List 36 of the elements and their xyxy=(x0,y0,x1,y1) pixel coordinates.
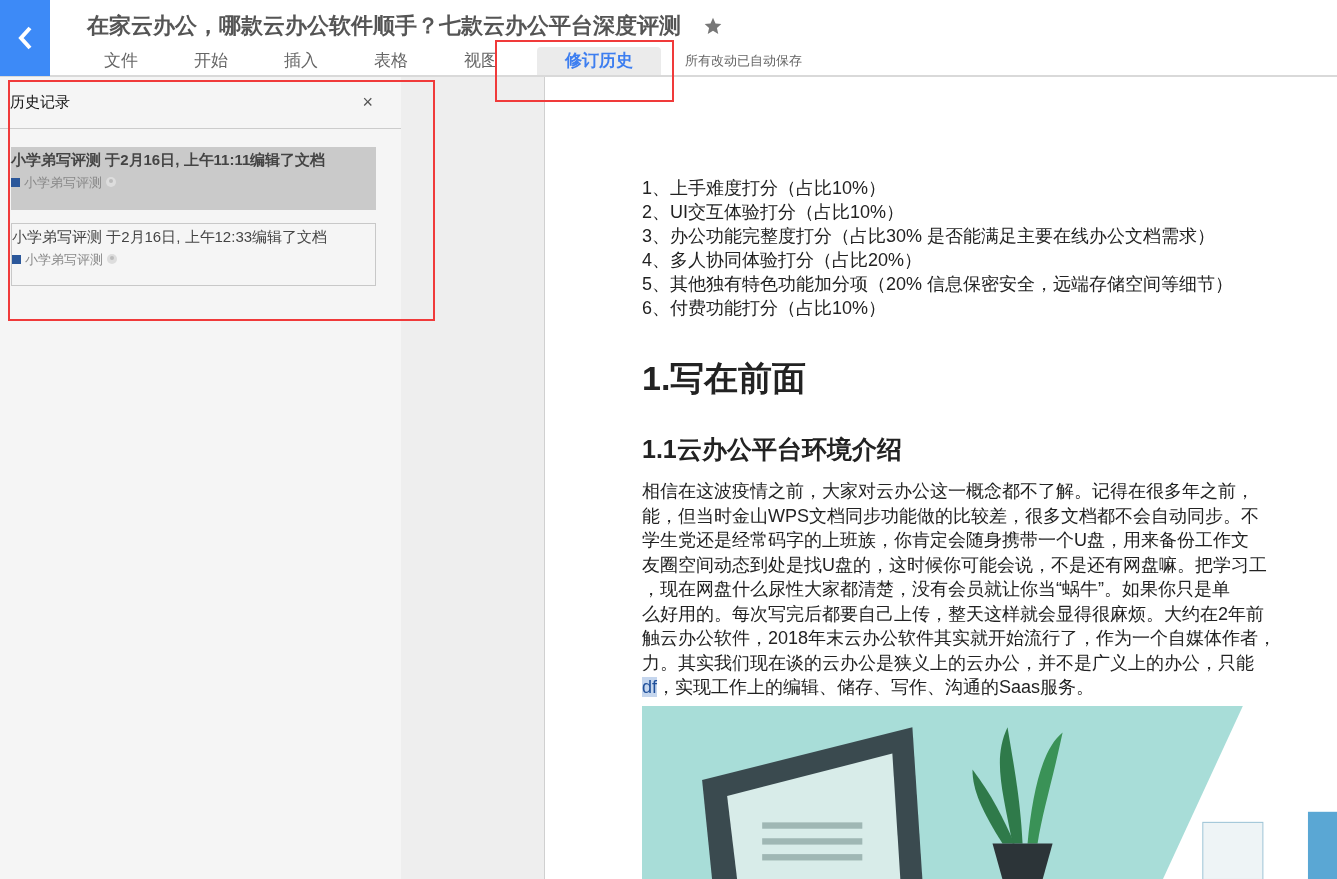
heading: 1.写在前面 xyxy=(642,358,808,398)
document-title: 在家云办公，哪款云办公软件顺手？七款云办公平台深度评测 xyxy=(87,12,681,40)
criteria-item: 3、办公功能完整度打分（占比30% 是否能满足主要在线办公文档需求） xyxy=(642,225,1217,248)
history-entry[interactable]: 小学弟写评测 于2月16日, 上午11:11编辑了文档 小学弟写评测 xyxy=(11,147,376,210)
paragraph-line: ，现在网盘什么尿性大家都清楚，没有会员就让你当“蜗牛”。如果你只是单 xyxy=(642,578,1231,601)
criteria-item: 4、多人协同体验打分（占比20%） xyxy=(642,249,924,272)
history-entry[interactable]: 小学弟写评测 于2月16日, 上午12:33编辑了文档 小学弟写评测 xyxy=(11,223,376,286)
author-name: 小学弟写评测 xyxy=(24,173,102,192)
back-button[interactable] xyxy=(0,0,50,76)
close-button[interactable]: × xyxy=(362,89,373,116)
avatar-icon xyxy=(106,177,116,188)
paragraph-line: df，实现工作上的编辑、储存、写作、沟通的Saas服务。 xyxy=(642,676,1096,699)
paragraph-line: 能，但当时金山WPS文档同步功能做的比较差，很多文档都不会自动同步。不 xyxy=(642,504,1260,528)
menu-tab[interactable]: 开始 xyxy=(177,47,267,75)
avatar-icon xyxy=(107,254,117,265)
criteria-item: 2、UI交互体验打分（占比10%） xyxy=(642,201,906,224)
criteria-item: 1、上手难度打分（占比10%） xyxy=(642,177,888,200)
paragraph-line: 友圈空间动态到处是找U盘的，这时候你可能会说，不是还有网盘嘛。把学习工 xyxy=(642,553,1268,577)
save-status: 所有改动已自动保存 xyxy=(685,51,802,70)
author-name: 小学弟写评测 xyxy=(25,250,103,269)
menu-tab[interactable]: 修订历史 xyxy=(537,47,661,75)
entry-summary: 小学弟写评测 于2月16日, 上午11:11编辑了文档 xyxy=(11,150,327,170)
menu-tab[interactable]: 表格 xyxy=(357,47,447,75)
menu-tab[interactable]: 插入 xyxy=(267,47,357,75)
paragraph-line: 么好用的。每次写完后都要自己上传，整天这样就会显得很麻烦。大约在2年前 xyxy=(642,602,1265,626)
paragraph-line: 力。其实我们现在谈的云办公是狭义上的云办公，并不是广义上的办公，只能 xyxy=(642,651,1255,675)
criteria-item: 5、其他独有特色功能加分项（20% 信息保密安全，远端存储空间等细节） xyxy=(642,273,1235,296)
back-icon xyxy=(17,25,33,51)
paragraph-line: 触云办公软件，2018年末云办公软件其实就开始流行了，作为一个自媒体作者， xyxy=(642,627,1278,650)
paragraph-line: 相信在这波疫情之前，大家对云办公这一概念都不了解。记得在很多年之前， xyxy=(642,480,1255,503)
panel-title: 历史记录 xyxy=(10,92,70,113)
subheading: 1.1云办公平台环境介绍 xyxy=(642,434,903,464)
entry-summary: 小学弟写评测 于2月16日, 上午12:33编辑了文档 xyxy=(12,227,329,247)
menu-tab[interactable]: 文件 xyxy=(87,47,177,75)
criteria-item: 6、付费功能打分（占比10%） xyxy=(642,297,888,320)
paragraph-line: 学生党还是经常码字的上班族，你肯定会随身携带一个U盘，用来备份工作文 xyxy=(642,529,1250,552)
